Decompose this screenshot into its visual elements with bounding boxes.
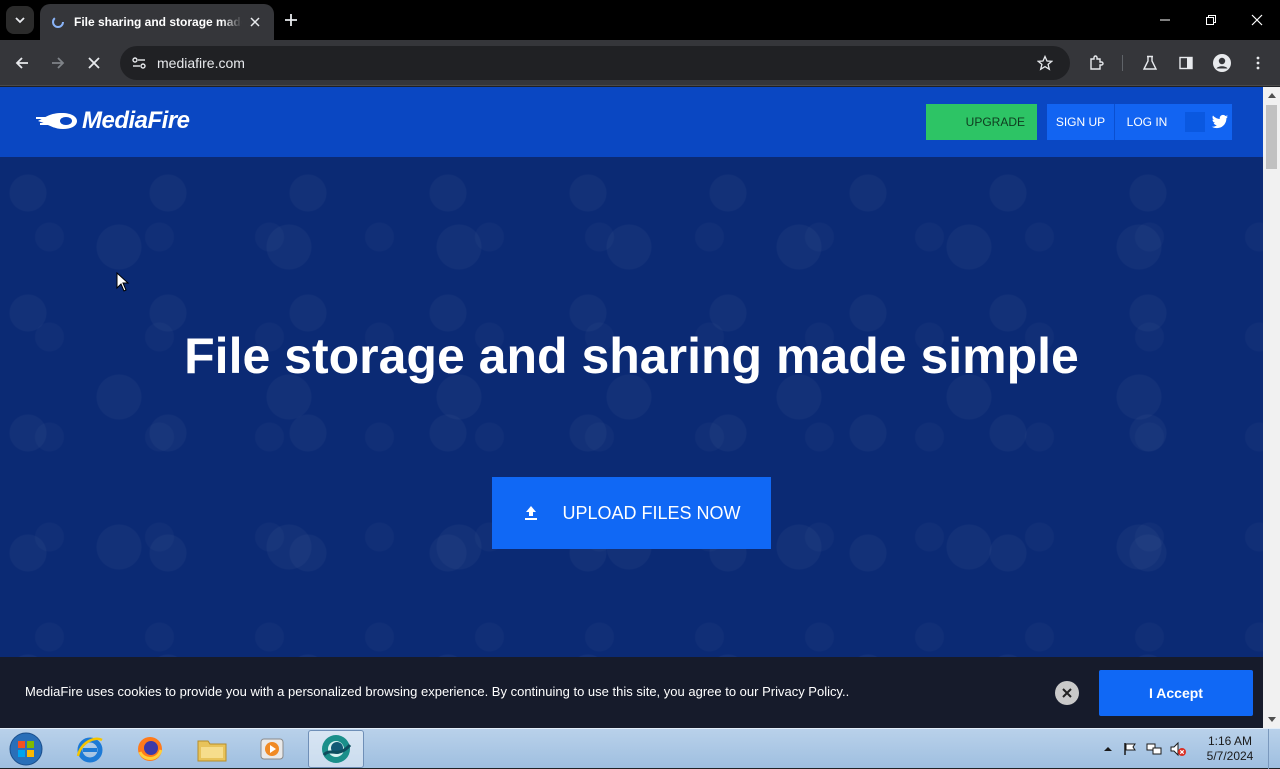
taskbar-file-explorer[interactable] [184,730,240,768]
tab-title: File sharing and storage made simple [74,15,242,29]
mediafire-logo[interactable]: MediaFire [36,107,190,135]
arrow-left-icon [15,57,28,69]
address-bar[interactable]: mediafire.com [120,46,1070,80]
active-tab[interactable]: File sharing and storage made simple [40,4,274,40]
network-icon[interactable] [1146,741,1162,757]
close-window-button[interactable] [1245,8,1269,32]
arrow-right-icon [52,57,65,69]
restore-icon [1206,15,1216,25]
clock-date: 5/7/2024 [1206,749,1254,763]
hero-section: File storage and sharing made simple UPL… [0,157,1263,728]
firefox-icon [138,737,163,761]
cookie-message: MediaFire uses cookies to provide you wi… [25,684,850,699]
facebook-icon[interactable] [1185,112,1205,132]
mouse-pointer-icon [116,272,130,292]
plus-icon [285,14,297,26]
scrollbar-thumb[interactable] [1266,105,1277,169]
browser-menu-button[interactable] [1244,49,1272,77]
profile-avatar-icon [1213,54,1231,72]
page-viewport: MediaFire UPGRADE SIGN UP LOG IN File st… [0,87,1263,728]
log-in-button[interactable]: LOG IN [1115,104,1179,140]
clock-time: 1:16 AM [1207,734,1253,748]
extensions-button[interactable] [1082,49,1110,77]
toolbar-separator [1122,55,1123,71]
upload-icon [522,504,540,522]
page-scrollbar[interactable] [1263,87,1280,728]
minimize-button[interactable] [1153,8,1177,32]
site-settings-icon[interactable] [126,50,152,76]
show-desktop-button[interactable] [1268,729,1280,769]
side-panel-button[interactable] [1172,49,1200,77]
windows-taskbar: 1:16 AM 5/7/2024 [0,728,1280,769]
cookie-close-button[interactable] [1055,681,1079,705]
labs-button[interactable] [1136,49,1164,77]
close-icon [1062,688,1072,698]
browser-toolbar: mediafire.com [0,40,1280,86]
address-url: mediafire.com [157,55,245,71]
loading-spinner-icon [50,14,66,30]
minimize-icon [1160,19,1170,21]
cookie-banner: MediaFire uses cookies to provide you wi… [0,657,1263,728]
sign-up-button[interactable]: SIGN UP [1047,104,1115,140]
flame-logo-icon [36,113,77,129]
logo-text: MediaFire [82,107,190,134]
show-hidden-icons-icon[interactable] [1100,741,1116,757]
upload-files-button[interactable]: UPLOAD FILES NOW [492,477,771,549]
chrome-icon [322,735,352,763]
close-icon [88,57,100,69]
profile-button[interactable] [1208,49,1236,77]
scroll-down-arrow-icon[interactable] [1263,712,1280,728]
taskbar-internet-explorer[interactable] [62,730,118,768]
taskbar-clock[interactable]: 1:16 AM 5/7/2024 [1200,734,1260,764]
browser-tab-strip: File sharing and storage made simple [0,0,1280,40]
chevron-down-icon [15,17,25,24]
cookie-accept-button[interactable]: I Accept [1099,670,1253,716]
taskbar-chrome[interactable] [308,730,364,768]
stop-loading-button[interactable] [80,49,108,77]
back-button[interactable] [8,49,36,77]
upgrade-button[interactable]: UPGRADE [926,104,1037,140]
file-explorer-icon [197,740,227,762]
close-tab-icon[interactable] [246,13,264,31]
side-panel-icon [1179,56,1193,70]
more-vertical-icon [1256,56,1260,70]
twitter-icon[interactable] [1209,111,1231,133]
restore-button[interactable] [1199,8,1223,32]
scroll-up-arrow-icon[interactable] [1263,87,1280,103]
upload-button-label: UPLOAD FILES NOW [562,502,741,523]
bookmark-star-icon[interactable] [1034,52,1056,74]
site-header: MediaFire UPGRADE SIGN UP LOG IN [0,87,1263,157]
taskbar-media-player[interactable] [244,730,300,768]
puzzle-icon [1090,55,1104,70]
start-button[interactable] [6,730,46,768]
close-icon [1251,14,1263,26]
media-player-icon [260,738,284,760]
taskbar-firefox[interactable] [122,730,178,768]
internet-explorer-icon [76,737,103,763]
hero-title: File storage and sharing made simple [184,328,1079,384]
new-tab-button[interactable] [280,9,302,31]
action-center-flag-icon[interactable] [1122,741,1138,757]
auth-button-group: SIGN UP LOG IN [1047,104,1232,140]
flask-icon [1142,55,1158,70]
forward-button[interactable] [44,49,72,77]
volume-muted-icon[interactable] [1170,741,1186,757]
tab-search-button[interactable] [6,6,34,34]
start-orb-icon [9,732,43,766]
